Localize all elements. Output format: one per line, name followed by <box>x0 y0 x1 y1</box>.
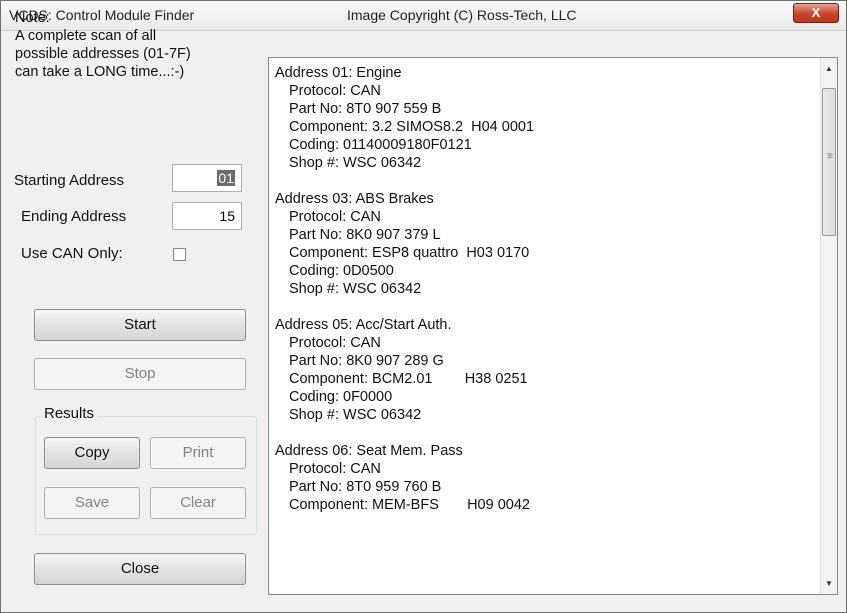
module-component: Component: 3.2 SIMOS8.2 H04 0001 <box>289 119 535 135</box>
start-button-label: Start <box>124 316 156 333</box>
module-protocol: Protocol: CAN <box>289 335 381 351</box>
module-protocol: Protocol: CAN <box>289 209 381 225</box>
starting-address-value: 01 <box>217 170 235 186</box>
scan-note: Note: A complete scan of all possible ad… <box>15 9 191 81</box>
results-group-label: Results <box>41 405 98 422</box>
save-button-label: Save <box>74 494 110 511</box>
scroll-thumb[interactable]: ≡ <box>822 88 836 236</box>
vertical-scrollbar[interactable]: ▲ ≡ ▼ <box>820 58 837 594</box>
module-coding: Coding: 0F0000 <box>289 389 393 405</box>
starting-address-label: Starting Address <box>14 172 125 189</box>
results-list-content: Address 01: Engine Protocol: CAN Part No… <box>275 64 805 592</box>
ending-address-input[interactable]: 15 <box>172 202 242 230</box>
control-module-finder-window: VCDS: Control Module Finder Image Copyri… <box>0 0 847 613</box>
module-address: Address 03: ABS Brakes <box>275 191 434 207</box>
module-coding: Coding: 01140009180F0121 <box>289 137 472 153</box>
ending-address-label: Ending Address <box>21 208 127 225</box>
note-line: possible addresses (01-7F) <box>15 46 191 62</box>
starting-address-input[interactable]: 01 <box>172 164 242 192</box>
module-address: Address 01: Engine <box>275 65 402 81</box>
copyright-caption: Image Copyright (C) Ross-Tech, LLC <box>347 7 577 23</box>
save-button[interactable]: Save <box>44 487 140 519</box>
module-coding: Coding: 0D0500 <box>289 263 394 279</box>
close-button[interactable]: Close <box>34 553 246 585</box>
module-part-no: Part No: 8K0 907 379 L <box>289 227 441 243</box>
note-line: A complete scan of all <box>15 28 157 44</box>
module-protocol: Protocol: CAN <box>289 461 381 477</box>
scroll-down-arrow-icon[interactable]: ▼ <box>821 575 837 592</box>
results-listbox[interactable]: Address 01: Engine Protocol: CAN Part No… <box>268 57 838 595</box>
note-line: can take a LONG time...:-) <box>15 64 185 80</box>
grip-icon: ≡ <box>827 151 833 162</box>
module-component: Component: BCM2.01 H38 0251 <box>289 371 528 387</box>
can-only-label: Use CAN Only: <box>21 245 123 262</box>
clear-button-label: Clear <box>180 494 216 511</box>
scroll-up-arrow-icon[interactable]: ▲ <box>821 60 837 77</box>
copy-button[interactable]: Copy <box>44 437 140 469</box>
close-icon: X <box>811 5 821 20</box>
module-address: Address 05: Acc/Start Auth. <box>275 317 452 333</box>
clear-button[interactable]: Clear <box>150 487 246 519</box>
can-only-checkbox[interactable] <box>173 248 186 261</box>
module-shop: Shop #: WSC 06342 <box>289 155 422 171</box>
print-button[interactable]: Print <box>150 437 246 469</box>
module-shop: Shop #: WSC 06342 <box>289 281 422 297</box>
module-entry: Address 01: Engine Protocol: CAN Part No… <box>275 64 805 172</box>
module-component: Component: ESP8 quattro H03 0170 <box>289 245 530 261</box>
module-protocol: Protocol: CAN <box>289 83 381 99</box>
module-part-no: Part No: 8T0 907 559 B <box>289 101 442 117</box>
module-component: Component: MEM-BFS H09 0042 <box>289 497 530 513</box>
module-part-no: Part No: 8T0 959 760 B <box>289 479 442 495</box>
note-line: Note: <box>15 10 50 26</box>
module-entry: Address 03: ABS Brakes Protocol: CAN Par… <box>275 190 805 298</box>
start-button[interactable]: Start <box>34 309 246 341</box>
module-address: Address 06: Seat Mem. Pass <box>275 443 463 459</box>
module-entry: Address 06: Seat Mem. Pass Protocol: CAN… <box>275 442 805 514</box>
ending-address-value: 15 <box>219 208 235 224</box>
close-button-label: Close <box>120 560 160 577</box>
copy-button-label: Copy <box>74 444 110 461</box>
module-shop: Shop #: WSC 06342 <box>289 407 422 423</box>
stop-button[interactable]: Stop <box>34 358 246 390</box>
window-close-button[interactable]: X <box>793 3 839 23</box>
module-part-no: Part No: 8K0 907 289 G <box>289 353 444 369</box>
stop-button-label: Stop <box>124 365 156 382</box>
print-button-label: Print <box>182 444 214 461</box>
module-entry: Address 05: Acc/Start Auth. Protocol: CA… <box>275 316 805 424</box>
